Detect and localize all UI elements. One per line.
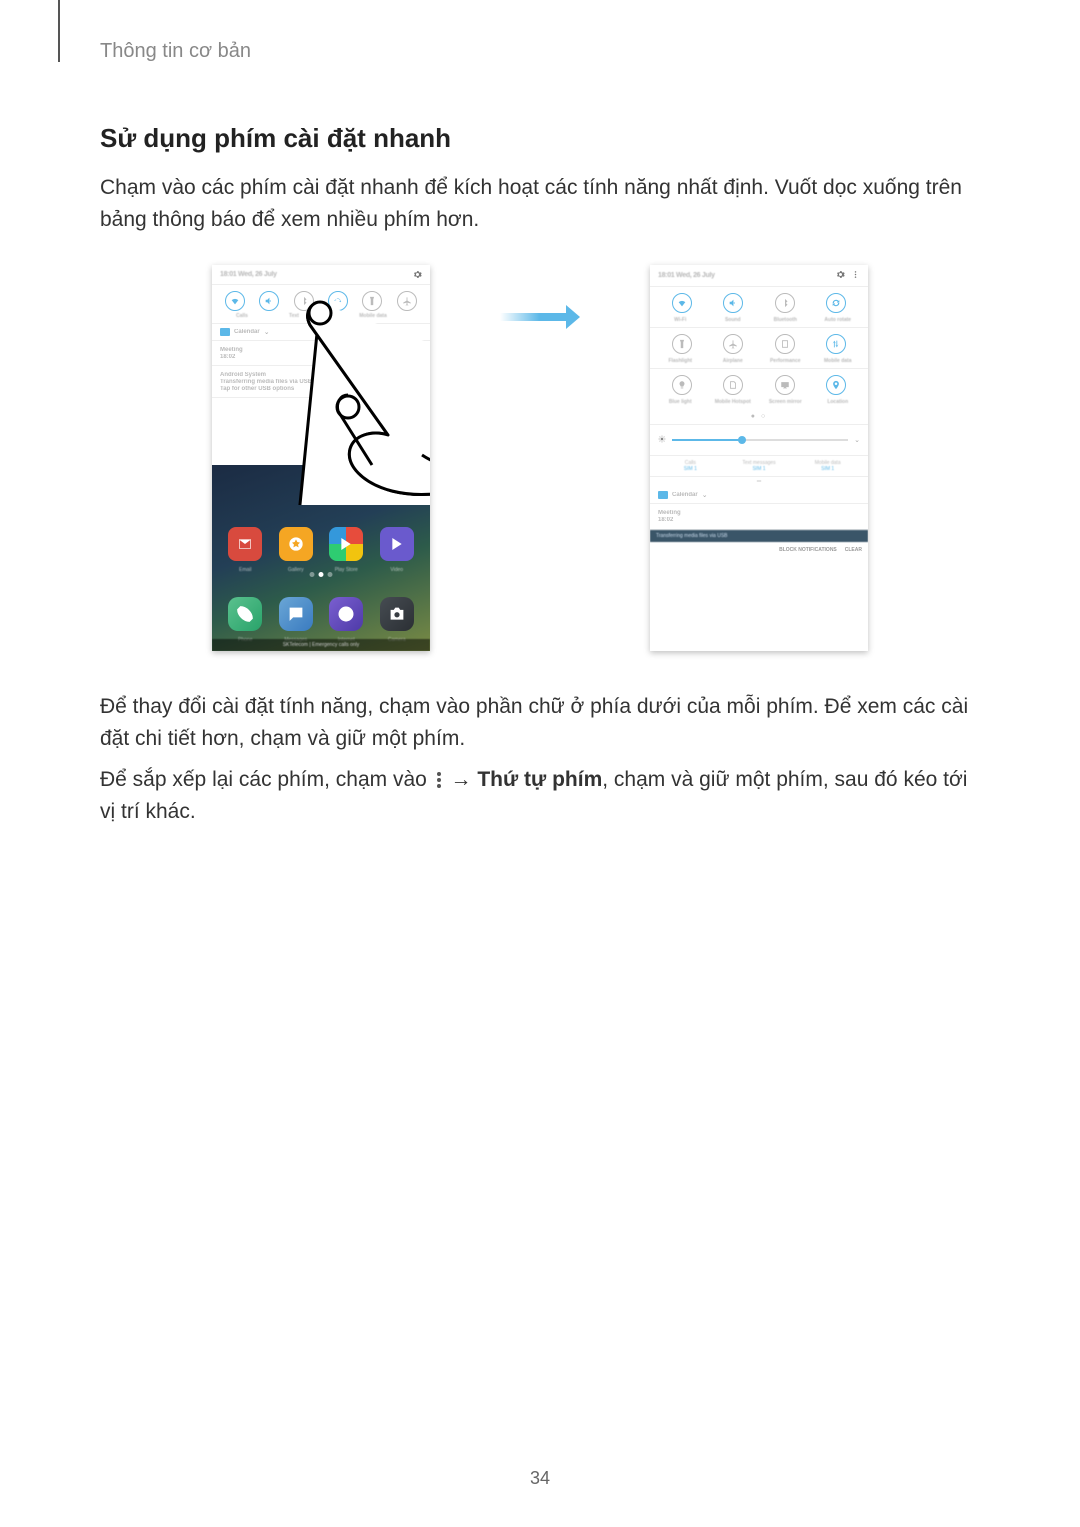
dock-phone-icon — [228, 597, 262, 631]
airplane-icon — [723, 334, 743, 354]
calendar-app-icon — [220, 328, 230, 336]
paragraph-1: Chạm vào các phím cài đặt nhanh để kích … — [100, 172, 980, 235]
brightness-icon — [658, 435, 666, 445]
notification-meeting: Meeting 18:02 — [650, 504, 868, 530]
page-number: 34 — [0, 1468, 1080, 1489]
sound-icon — [259, 291, 279, 311]
notification-actions: BLOCK NOTIFICATIONS CLEAR — [650, 542, 868, 558]
bluetooth-icon — [775, 293, 795, 313]
quick-settings-labels: Calls Text Mobile data — [212, 313, 430, 324]
status-time-date: 18:01 Wed, 26 July — [220, 271, 277, 278]
chevron-down-icon: ⌄ — [702, 491, 708, 499]
panel-pager-dots: ● ○ — [650, 409, 868, 424]
wifi-icon — [672, 293, 692, 313]
quick-settings-row — [212, 285, 430, 313]
brightness-slider: ⌄ — [650, 424, 868, 456]
blue-light-filter-icon — [672, 375, 692, 395]
flashlight-icon — [362, 291, 382, 311]
calendar-app-icon — [658, 491, 668, 499]
app-play-store-icon — [329, 527, 363, 561]
more-options-icon — [851, 270, 860, 279]
settings-gear-icon — [836, 270, 845, 279]
app-gallery-icon — [279, 527, 313, 561]
dock-messages-icon — [279, 597, 313, 631]
dock-camera-icon — [380, 597, 414, 631]
settings-gear-icon — [413, 270, 422, 279]
sim-selector-row: CallsSIM 1 Text messagesSIM 1 Mobile dat… — [650, 456, 868, 477]
transition-arrow-icon — [500, 305, 580, 329]
drag-handle-icon: ═ — [650, 477, 868, 487]
performance-mode-icon — [775, 334, 795, 354]
airplane-icon — [397, 291, 417, 311]
location-icon — [826, 375, 846, 395]
auto-rotate-icon — [328, 291, 348, 311]
app-video-icon — [380, 527, 414, 561]
emergency-label: SKTelecom | Emergency calls only — [212, 639, 430, 651]
bluetooth-icon — [294, 291, 314, 311]
chevron-down-icon: ⌄ — [854, 436, 860, 444]
screen-mirror-icon — [775, 375, 795, 395]
calendar-app-header: Calendar ⌄ — [650, 487, 868, 504]
wifi-icon — [225, 291, 245, 311]
mobile-hotspot-icon — [723, 375, 743, 395]
swipe-down-indicator — [294, 341, 354, 481]
block-notifications: BLOCK NOTIFICATIONS — [366, 402, 424, 408]
home-app-row — [212, 527, 430, 561]
section-indicator-line — [58, 0, 60, 62]
sound-icon — [723, 293, 743, 313]
figure-expanded-panel: 18:01 Wed, 26 July Wi-Fi — [650, 265, 868, 651]
section-title: Sử dụng phím cài đặt nhanh — [100, 123, 980, 154]
home-pager-dots — [310, 572, 333, 577]
paragraph-2: Để thay đổi cài đặt tính năng, chạm vào … — [100, 691, 980, 754]
app-email-icon — [228, 527, 262, 561]
paragraph-3: Để sắp xếp lại các phím, chạm vào → Thứ … — [100, 764, 980, 827]
home-dock — [212, 597, 430, 631]
dock-internet-icon — [329, 597, 363, 631]
chevron-down-icon: ⌄ — [264, 328, 270, 336]
figure-collapsed-panel: 18:01 Wed, 26 July Calls Text Mobile dat… — [212, 265, 430, 651]
flashlight-icon — [672, 334, 692, 354]
usb-notification-strip: Transferring media files via USB — [650, 530, 868, 542]
figure-quick-panel-expand: 18:01 Wed, 26 July Calls Text Mobile dat… — [100, 265, 980, 651]
auto-rotate-icon — [826, 293, 846, 313]
status-time-date: 18:01 Wed, 26 July — [658, 272, 715, 279]
mobile-data-icon — [826, 334, 846, 354]
more-options-inline-icon — [433, 770, 445, 790]
breadcrumb: Thông tin cơ bản — [100, 40, 980, 63]
calendar-app-header: Calendar ⌄ — [212, 324, 430, 341]
